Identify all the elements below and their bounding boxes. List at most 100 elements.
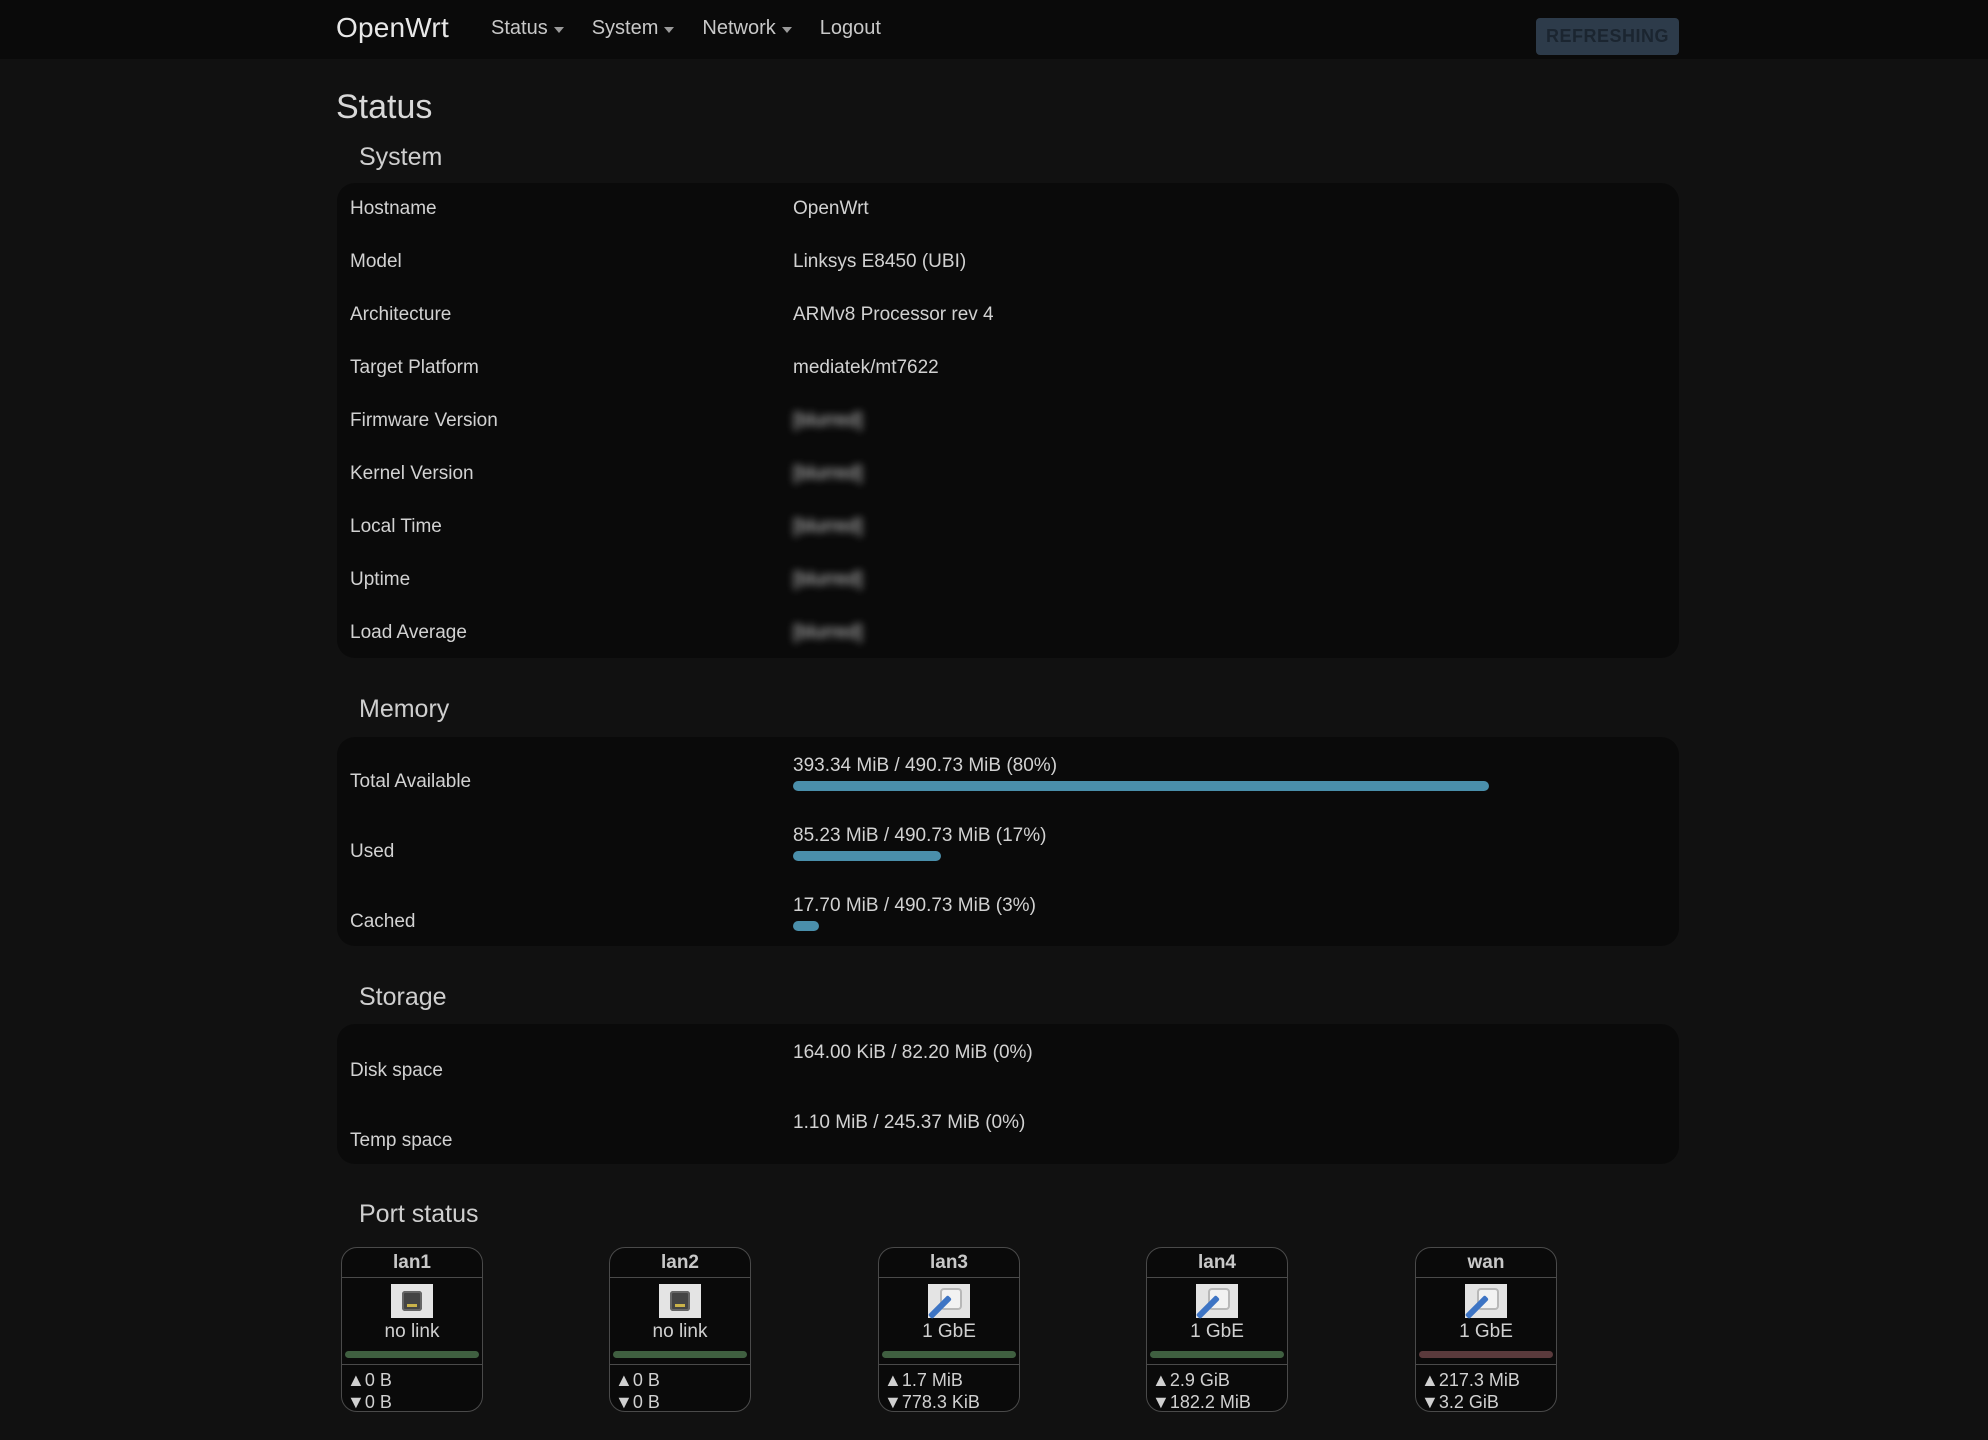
port-lan4: lan4 1 GbE ▲2.9 GiB ▼182.2 MiB [1146, 1247, 1288, 1412]
storage-row: Temp space 1.10 MiB / 245.37 MiB (0%) [337, 1108, 1679, 1168]
system-row: Local Time [blurred] [337, 516, 1679, 556]
download-arrow-icon: ▼ [347, 1392, 365, 1412]
memory-row-value: 85.23 MiB / 490.73 MiB (17%) [793, 825, 1047, 846]
storage-row-label: Disk space [350, 1060, 443, 1081]
port-status-section-title: Port status [359, 1200, 479, 1228]
port-speed: no link [652, 1321, 708, 1342]
port-tx-value: 1.7 MiB [901, 1370, 963, 1390]
download-arrow-icon: ▼ [1421, 1392, 1439, 1412]
system-row: Load Average [blurred] [337, 622, 1679, 662]
system-row-value-blurred: [blurred] [793, 516, 863, 537]
port-tx: ▲2.9 GiB [1152, 1369, 1287, 1391]
port-status-led [1419, 1351, 1553, 1358]
upload-arrow-icon: ▲ [1152, 1370, 1170, 1390]
menu-system[interactable]: System [592, 17, 675, 40]
memory-table: Total Available 393.34 MiB / 490.73 MiB (… [337, 737, 1679, 946]
port-speed: 1 GbE [1459, 1321, 1513, 1342]
port-rx: ▼0 B [347, 1391, 482, 1412]
memory-row-label: Used [350, 841, 395, 862]
download-arrow-icon: ▼ [1152, 1392, 1170, 1412]
system-row-label: Firmware Version [350, 410, 498, 431]
jack [670, 1291, 690, 1311]
memory-row: Cached 17.70 MiB / 490.73 MiB (3%) [337, 891, 1679, 951]
memory-progress-bar [793, 781, 1663, 791]
menu-system-label: System [591, 17, 659, 39]
menu-logout-label: Logout [819, 17, 881, 39]
port-tx: ▲217.3 MiB [1421, 1369, 1556, 1391]
system-row: Model Linksys E8450 (UBI) [337, 251, 1679, 291]
memory-row: Total Available 393.34 MiB / 490.73 MiB (… [337, 751, 1679, 811]
system-row-label: Hostname [350, 198, 437, 219]
storage-table: Disk space 164.00 KiB / 82.20 MiB (0%) Tem… [337, 1024, 1679, 1164]
memory-section-title: Memory [359, 695, 450, 723]
port-tx: ▲1.7 MiB [884, 1369, 1019, 1391]
ethernet-connected-icon [1464, 1284, 1507, 1320]
port-lan2: lan2 no link ▲0 B ▼0 B [609, 1247, 751, 1412]
port-traffic: ▲217.3 MiB ▼3.2 GiB [1416, 1365, 1556, 1412]
port-rx: ▼3.2 GiB [1421, 1391, 1556, 1412]
download-arrow-icon: ▼ [884, 1392, 902, 1412]
port-tx: ▲0 B [347, 1369, 482, 1391]
port-tx-value: 0 B [364, 1370, 392, 1390]
port-traffic: ▲1.7 MiB ▼778.3 KiB [879, 1365, 1019, 1412]
menu-status-label: Status [491, 17, 548, 39]
port-rx: ▼182.2 MiB [1152, 1391, 1287, 1412]
storage-row-value: 164.00 KiB / 82.20 MiB (0%) [793, 1042, 1033, 1063]
port-tx-value: 0 B [632, 1370, 660, 1390]
refreshing-indicator-button[interactable]: REFRESHING [1536, 18, 1679, 55]
jack [402, 1291, 422, 1311]
system-row: Uptime [blurred] [337, 569, 1679, 609]
system-row-label: Target Platform [350, 357, 479, 378]
upload-arrow-icon: ▲ [615, 1370, 633, 1390]
port-name: wan [1416, 1248, 1556, 1278]
system-row-value-blurred: [blurred] [793, 463, 863, 484]
system-row: Firmware Version [blurred] [337, 410, 1679, 450]
port-lan3: lan3 1 GbE ▲1.7 MiB ▼778.3 KiB [878, 1247, 1020, 1412]
upload-arrow-icon: ▲ [884, 1370, 902, 1390]
port-tx: ▲0 B [615, 1369, 750, 1391]
menu-network-label: Network [702, 17, 776, 39]
port-status-led [882, 1351, 1016, 1358]
port-traffic: ▲0 B ▼0 B [610, 1365, 750, 1412]
port-speed: 1 GbE [1190, 1321, 1244, 1342]
brand-logo[interactable]: OpenWrt [336, 12, 449, 44]
port-traffic: ▲2.9 GiB ▼182.2 MiB [1147, 1365, 1287, 1412]
port-status-led [1150, 1351, 1284, 1358]
memory-progress-fill [793, 921, 820, 931]
system-row: Target Platform mediatek/mt7622 [337, 357, 1679, 397]
menu-network[interactable]: Network [702, 17, 792, 40]
ethernet-connected-icon [927, 1284, 970, 1320]
port-tx-value: 217.3 MiB [1438, 1370, 1520, 1390]
system-row-value-blurred: [blurred] [793, 622, 863, 643]
port-name: lan2 [610, 1248, 750, 1278]
system-section-title: System [359, 143, 443, 171]
system-row-value: OpenWrt [793, 198, 869, 219]
system-row-value: mediatek/mt7622 [793, 357, 939, 378]
system-row-label: Load Average [350, 622, 467, 643]
caret-down-icon [781, 26, 792, 33]
port-status-led [345, 1351, 479, 1358]
upload-arrow-icon: ▲ [1421, 1370, 1439, 1390]
system-row: Hostname OpenWrt [337, 198, 1679, 238]
memory-row-label: Cached [350, 911, 416, 932]
menu-status[interactable]: Status [491, 17, 564, 40]
memory-progress-fill [793, 781, 1489, 791]
menu-logout[interactable]: Logout [820, 17, 881, 40]
storage-section-title: Storage [359, 983, 447, 1011]
memory-row-value: 393.34 MiB / 490.73 MiB (80%) [793, 755, 1058, 776]
system-row-value-blurred: [blurred] [793, 410, 863, 431]
system-row-value: Linksys E8450 (UBI) [793, 251, 967, 272]
page-title: Status [336, 88, 433, 126]
system-row-label: Uptime [350, 569, 411, 590]
port-rx-value: 0 B [364, 1392, 392, 1412]
top-navbar: OpenWrt Status System Network Logout REF… [0, 0, 1988, 59]
port-status-led [613, 1351, 747, 1358]
port-rx: ▼778.3 KiB [884, 1391, 1019, 1412]
storage-row: Disk space 164.00 KiB / 82.20 MiB (0%) [337, 1038, 1679, 1098]
memory-progress-fill [793, 851, 941, 861]
port-rx: ▼0 B [615, 1391, 750, 1412]
memory-progress-bar [793, 921, 1663, 931]
memory-row: Used 85.23 MiB / 490.73 MiB (17%) [337, 821, 1679, 881]
upload-arrow-icon: ▲ [347, 1370, 365, 1390]
download-arrow-icon: ▼ [615, 1392, 633, 1412]
